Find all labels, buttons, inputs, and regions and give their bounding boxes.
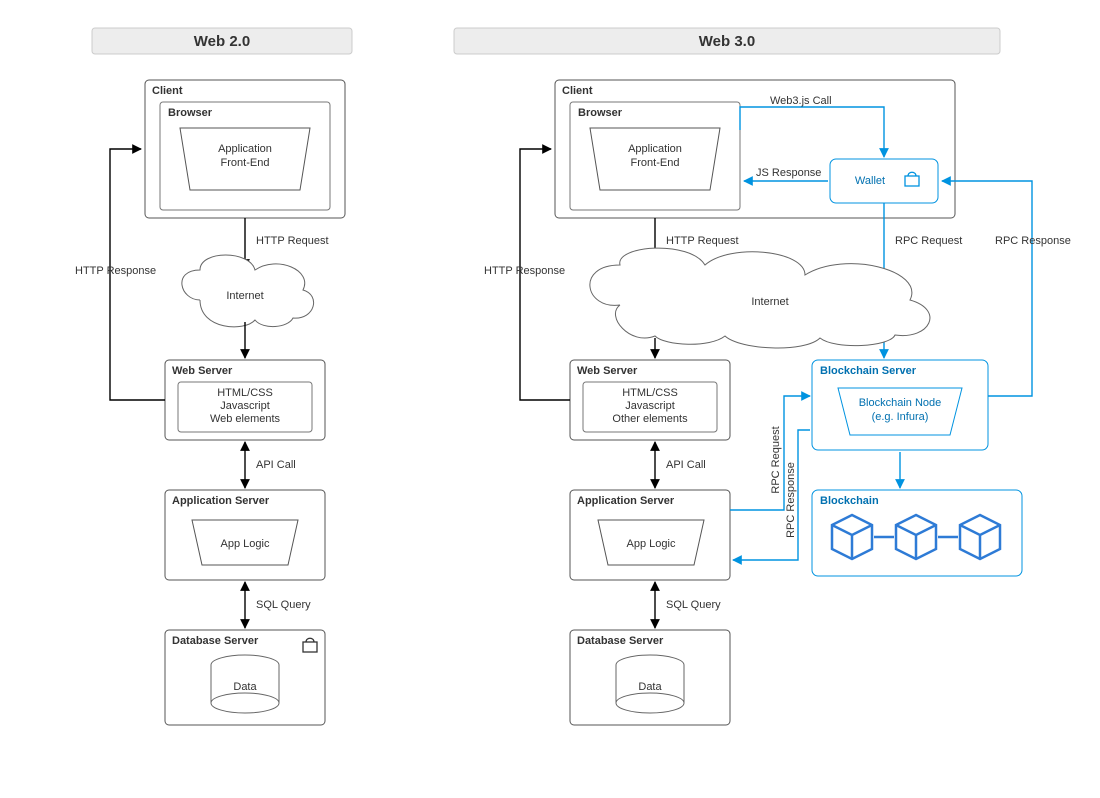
dbserver-web3: Database Server Data — [570, 630, 730, 725]
label-rpc-req-wallet: RPC Request — [895, 235, 962, 247]
svg-text:HTML/CSS: HTML/CSS — [622, 387, 678, 399]
label-rpc-res-app: RPC Response — [785, 462, 797, 538]
svg-text:Client: Client — [562, 85, 593, 97]
svg-text:Browser: Browser — [168, 107, 213, 119]
svg-text:Web elements: Web elements — [210, 413, 281, 425]
label-api-call-web3: API Call — [666, 459, 706, 471]
svg-text:Client: Client — [152, 85, 183, 97]
svg-text:Database Server: Database Server — [172, 635, 259, 647]
label-http-req-web3: HTTP Request — [666, 235, 739, 247]
svg-text:Blockchain: Blockchain — [820, 495, 879, 507]
label-rpc-res-outer: RPC Response — [995, 235, 1071, 247]
appserver-web3: Application Server App Logic — [570, 490, 730, 580]
svg-text:Web 3.0: Web 3.0 — [699, 33, 755, 50]
svg-text:App Logic: App Logic — [221, 538, 270, 550]
svg-text:Web 2.0: Web 2.0 — [194, 33, 250, 50]
label-http-res-web2: HTTP Response — [75, 265, 156, 277]
webserver-web3: Web Server HTML/CSS Javascript Other ele… — [570, 360, 730, 440]
label-sql-web2: SQL Query — [256, 599, 311, 611]
svg-text:(e.g. Infura): (e.g. Infura) — [872, 411, 929, 423]
label-rpc-req-app: RPC Request — [770, 426, 782, 493]
svg-text:Web Server: Web Server — [577, 365, 638, 377]
label-web3-call: Web3.js Call — [770, 95, 832, 107]
svg-text:HTML/CSS: HTML/CSS — [217, 387, 273, 399]
svg-text:Other elements: Other elements — [612, 413, 688, 425]
svg-text:Application: Application — [628, 143, 682, 155]
svg-text:Database Server: Database Server — [577, 635, 664, 647]
webserver-web2: Web Server HTML/CSS Javascript Web eleme… — [165, 360, 325, 440]
svg-text:Data: Data — [638, 681, 662, 693]
svg-text:Javascript: Javascript — [625, 400, 675, 412]
internet-cloud-web3: Internet — [590, 248, 930, 348]
svg-text:Application: Application — [218, 143, 272, 155]
svg-text:Wallet: Wallet — [855, 175, 885, 187]
svg-text:Web Server: Web Server — [172, 365, 233, 377]
wallet-box: Wallet — [830, 159, 938, 203]
svg-text:Browser: Browser — [578, 107, 623, 119]
svg-text:Application Server: Application Server — [172, 495, 270, 507]
svg-text:Javascript: Javascript — [220, 400, 270, 412]
internet-cloud-web2: Internet — [182, 255, 314, 327]
front-end-web3: Application Front-End — [590, 128, 720, 190]
blockchain-server-box: Blockchain Server Blockchain Node (e.g. … — [812, 360, 988, 450]
svg-text:Blockchain Node: Blockchain Node — [859, 397, 942, 409]
header-web3: Web 3.0 — [454, 28, 1000, 54]
svg-text:Internet: Internet — [226, 290, 263, 302]
front-end-web2: Application Front-End — [180, 128, 310, 190]
appserver-web2: Application Server App Logic — [165, 490, 325, 580]
svg-text:Front-End: Front-End — [631, 157, 680, 169]
label-js-response: JS Response — [756, 167, 821, 179]
svg-text:Front-End: Front-End — [221, 157, 270, 169]
header-web2: Web 2.0 — [92, 28, 352, 54]
label-http-res-web3: HTTP Response — [484, 265, 565, 277]
svg-text:App Logic: App Logic — [627, 538, 676, 550]
label-api-call-web2: API Call — [256, 459, 296, 471]
label-http-req-web2: HTTP Request — [256, 235, 329, 247]
svg-text:Application Server: Application Server — [577, 495, 675, 507]
svg-text:Internet: Internet — [751, 296, 788, 308]
dbserver-web2: Database Server Data — [165, 630, 325, 725]
svg-text:Data: Data — [233, 681, 257, 693]
svg-text:Blockchain Server: Blockchain Server — [820, 365, 917, 377]
blockchain-box: Blockchain — [812, 490, 1022, 576]
label-sql-web3: SQL Query — [666, 599, 721, 611]
